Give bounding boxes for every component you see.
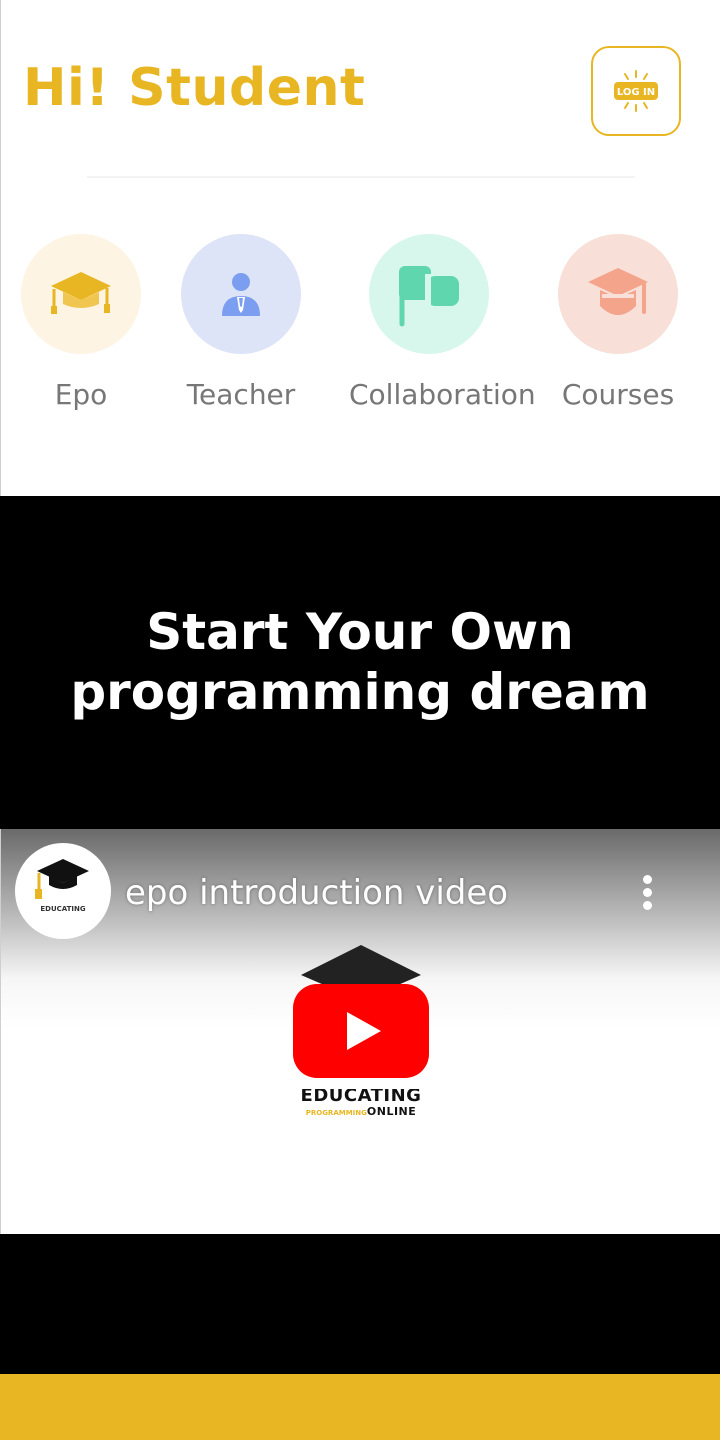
black-band	[0, 1234, 720, 1374]
category-circle	[558, 234, 678, 354]
teacher-icon	[222, 273, 260, 316]
category-circle	[21, 234, 141, 354]
category-circle	[181, 234, 301, 354]
greeting-title: Hi! Student	[23, 58, 366, 118]
category-collaboration[interactable]: Collaboration	[349, 234, 536, 411]
chat-bubbles-icon	[399, 266, 459, 327]
graduation-cap-icon	[51, 272, 111, 314]
login-button[interactable]: LOG IN	[591, 46, 681, 136]
thumbnail-logo-prog: PROGRAMMING	[305, 1109, 367, 1117]
channel-avatar[interactable]: EDUCATING	[15, 843, 111, 939]
hero-title: Start Your Own programming dream	[0, 602, 720, 722]
hero-title-line: Start Your Own	[146, 603, 574, 661]
thumbnail-logo-online: ONLINE	[366, 1105, 417, 1118]
courses-cap-icon	[588, 268, 648, 315]
login-icon: LOG IN	[614, 70, 658, 112]
category-label: Epo	[54, 378, 108, 411]
category-epo[interactable]: Epo	[1, 234, 161, 411]
hero-banner: Start Your Own programming dream	[0, 496, 720, 829]
channel-logo-text: EDUCATING	[40, 905, 86, 913]
category-courses[interactable]: Courses	[538, 234, 698, 411]
header-divider	[87, 176, 635, 178]
more-options-icon[interactable]	[629, 875, 665, 915]
category-label: Courses	[561, 378, 675, 411]
header-section: Hi! Student LOG IN Epo Teacher Collabora…	[0, 0, 720, 496]
video-title[interactable]: epo introduction video	[125, 873, 508, 913]
thumbnail-logo-text: EDUCATING PROGRAMMINGONLINE	[281, 1089, 441, 1118]
bottom-bar	[0, 1374, 720, 1440]
channel-logo-icon: EDUCATING	[35, 859, 89, 913]
category-circle	[369, 234, 489, 354]
thumbnail-logo-word: EDUCATING	[300, 1089, 422, 1103]
login-icon-text: LOG IN	[617, 87, 655, 98]
category-label: Collaboration	[349, 378, 536, 411]
hero-title-line: programming dream	[70, 663, 650, 721]
video-player[interactable]: EDUCATING epo introduction video EDUCATI…	[0, 829, 720, 1234]
category-teacher[interactable]: Teacher	[161, 234, 321, 411]
category-label: Teacher	[186, 378, 296, 411]
youtube-play-button[interactable]	[293, 984, 429, 1078]
